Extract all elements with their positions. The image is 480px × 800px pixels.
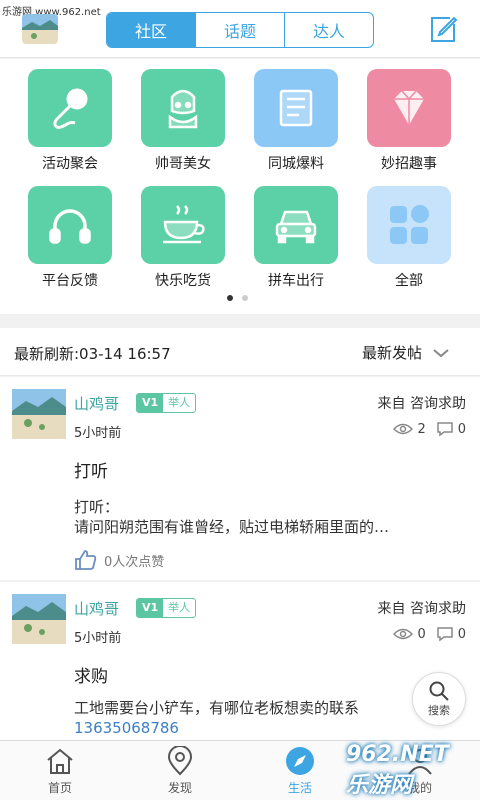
diamond-icon xyxy=(367,69,451,147)
sort-label: 最新发帖 xyxy=(362,344,423,362)
tab-topics[interactable]: 话题 xyxy=(195,13,284,47)
sort-dropdown[interactable]: 最新发帖 xyxy=(362,342,450,363)
post-time: 5小时前 xyxy=(74,426,122,441)
headphones-icon xyxy=(28,186,112,264)
handsome-girl-icon xyxy=(141,69,225,147)
category-label: 全部 xyxy=(395,273,423,289)
post-body[interactable]: 打听： 请问阳朔范围有谁曾经，贴过电梯轿厢里面的… xyxy=(74,497,466,537)
coffee-cup-icon xyxy=(141,186,225,264)
home-icon xyxy=(44,745,76,777)
category-label: 平台反馈 xyxy=(42,273,98,289)
chevron-down-icon xyxy=(433,348,449,357)
badge-title: 举人 xyxy=(168,396,191,409)
category-grid: 活动聚会 帅哥美女 同城爆料 妙招趣事 平台反馈 快乐吃货 拼车出行 全部 xyxy=(0,59,480,314)
post-body-line: 工地需要台小铲车，有哪位老板想卖的联系 xyxy=(74,699,360,717)
post-title[interactable]: 求购 xyxy=(74,662,108,687)
like-count: 0人次点赞 xyxy=(104,554,165,570)
tab-label: 首页 xyxy=(47,781,72,795)
location-icon xyxy=(164,745,196,777)
category-all[interactable]: 全部 xyxy=(364,186,454,290)
floating-search-button[interactable]: 搜索 xyxy=(412,672,466,726)
view-count: 2 xyxy=(417,421,426,437)
post-username[interactable]: 山鸡哥 xyxy=(74,393,119,414)
post-body-line: 打听： xyxy=(74,498,120,516)
category-activity[interactable]: 活动聚会 xyxy=(25,69,115,173)
comment-count: 0 xyxy=(457,626,466,642)
post-stats: 0 0 xyxy=(393,626,466,642)
badge-level: V1 xyxy=(137,394,164,412)
eye-icon xyxy=(393,423,414,435)
refresh-time: 最新刷新:03-14 16:57 xyxy=(14,345,171,363)
thumbs-up-icon xyxy=(75,550,97,570)
feed-header: 最新刷新:03-14 16:57 最新发帖 xyxy=(0,328,480,376)
car-icon xyxy=(254,186,338,264)
tab-experts[interactable]: 达人 xyxy=(284,13,373,47)
category-people[interactable]: 帅哥美女 xyxy=(138,69,228,173)
section-tabs: 社区 话题 达人 xyxy=(106,12,374,48)
compose-icon[interactable] xyxy=(428,14,458,44)
page-dot-active xyxy=(227,295,233,301)
tab-home[interactable]: 首页 xyxy=(0,741,120,800)
tab-label: 发现 xyxy=(167,781,192,795)
page-dot xyxy=(242,295,248,301)
top-bar: 乐游网 www.962.net 社区 话题 达人 xyxy=(0,0,480,58)
category-label: 快乐吃货 xyxy=(155,273,211,289)
post-item[interactable]: 山鸡哥 V1 举人 5小时前 来自 咨询求助 0 0 求购 工地需要台小铲车，有… xyxy=(0,582,480,740)
user-level-badge: V1 举人 xyxy=(136,598,197,618)
tab-life[interactable]: 生活 xyxy=(240,741,360,800)
post-title[interactable]: 打听 xyxy=(74,457,108,482)
comment-icon xyxy=(436,422,453,437)
category-food[interactable]: 快乐吃货 xyxy=(138,186,228,290)
tab-discover[interactable]: 发现 xyxy=(120,741,240,800)
category-label: 拼车出行 xyxy=(268,273,324,289)
category-feedback[interactable]: 平台反馈 xyxy=(25,186,115,290)
post-stats: 2 0 xyxy=(393,421,466,437)
eye-icon xyxy=(393,628,414,640)
user-avatar[interactable] xyxy=(22,14,58,44)
category-label: 活动聚会 xyxy=(42,156,98,172)
like-button[interactable]: 0人次点赞 xyxy=(74,549,164,571)
microphone-icon xyxy=(28,69,112,147)
category-label: 同城爆料 xyxy=(268,156,324,172)
category-local-news[interactable]: 同城爆料 xyxy=(251,69,341,173)
tab-label: 生活 xyxy=(287,781,312,795)
category-label: 妙招趣事 xyxy=(381,156,437,172)
post-body[interactable]: 工地需要台小铲车，有哪位老板想卖的联系 13635068786 xyxy=(74,698,466,738)
post-source[interactable]: 来自 咨询求助 xyxy=(378,598,466,618)
user-level-badge: V1 举人 xyxy=(136,393,197,413)
tab-community[interactable]: 社区 xyxy=(107,13,195,47)
badge-level: V1 xyxy=(137,599,164,617)
post-username[interactable]: 山鸡哥 xyxy=(74,598,119,619)
page-indicator xyxy=(227,295,248,301)
view-count: 0 xyxy=(417,626,426,642)
category-tips[interactable]: 妙招趣事 xyxy=(364,69,454,173)
post-avatar[interactable] xyxy=(12,389,66,439)
watermark-logo: 962.NET 乐游网 xyxy=(346,741,449,798)
comment-icon xyxy=(436,627,453,642)
post-avatar[interactable] xyxy=(12,594,66,644)
category-label: 帅哥美女 xyxy=(155,156,211,172)
search-label: 搜索 xyxy=(428,704,450,717)
comment-count: 0 xyxy=(457,421,466,437)
grid-icon xyxy=(367,186,451,264)
post-source[interactable]: 来自 咨询求助 xyxy=(378,393,466,413)
search-icon xyxy=(429,681,449,701)
post-body-line: 请问阳朔范围有谁曾经，贴过电梯轿厢里面的… xyxy=(74,518,390,536)
post-time: 5小时前 xyxy=(74,631,122,646)
post-item[interactable]: 山鸡哥 V1 举人 5小时前 来自 咨询求助 2 0 打听 打听： 请问阳朔范围… xyxy=(0,377,480,580)
newspaper-icon xyxy=(254,69,338,147)
phone-link[interactable]: 13635068786 xyxy=(74,718,466,738)
badge-title: 举人 xyxy=(168,601,191,614)
category-carpool[interactable]: 拼车出行 xyxy=(251,186,341,290)
compass-icon xyxy=(284,745,316,777)
